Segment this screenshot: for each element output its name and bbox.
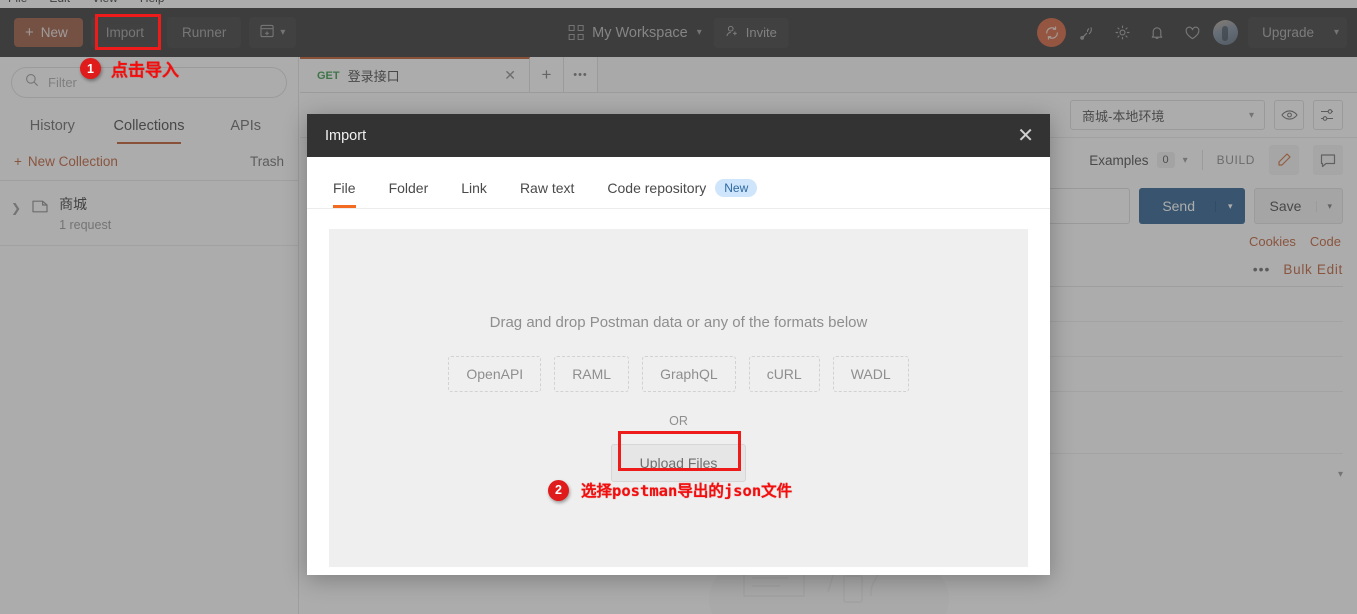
tab-code-repository-label: Code repository xyxy=(607,180,707,196)
format-openapi[interactable]: OpenAPI xyxy=(448,356,542,392)
format-wadl[interactable]: WADL xyxy=(832,356,909,392)
tab-file[interactable]: File xyxy=(333,180,356,208)
annotation-step-2: 2 选择postman导出的json文件 xyxy=(548,479,792,501)
modal-header: Import ✕ xyxy=(307,114,1050,157)
annotation-badge-1: 1 xyxy=(80,58,101,79)
dropzone-title: Drag and drop Postman data or any of the… xyxy=(489,314,868,331)
import-modal: Import ✕ File Folder Link Raw text Code … xyxy=(307,114,1050,575)
or-label: OR xyxy=(669,414,688,428)
tab-link[interactable]: Link xyxy=(461,180,487,207)
annotation-text-2: 选择postman导出的json文件 xyxy=(581,482,793,500)
tab-folder[interactable]: Folder xyxy=(389,180,429,207)
format-list: OpenAPI RAML GraphQL cURL WADL xyxy=(448,356,909,392)
close-icon[interactable]: ✕ xyxy=(1017,126,1034,146)
format-raml[interactable]: RAML xyxy=(554,356,630,392)
format-curl[interactable]: cURL xyxy=(748,356,820,392)
dropzone[interactable]: Drag and drop Postman data or any of the… xyxy=(329,229,1028,567)
highlight-import-button xyxy=(95,14,161,50)
tab-raw-text[interactable]: Raw text xyxy=(520,180,574,207)
annotation-text-1: 点击导入 xyxy=(111,61,179,81)
format-graphql[interactable]: GraphQL xyxy=(642,356,736,392)
new-badge: New xyxy=(715,179,758,197)
annotation-step-1: 1 点击导入 xyxy=(80,56,179,81)
annotation-badge-2: 2 xyxy=(548,479,569,501)
tab-code-repository[interactable]: Code repository New xyxy=(607,179,758,208)
postman-app-window: File Edit View Help + New Import Runner xyxy=(0,0,1357,614)
highlight-upload-button xyxy=(618,431,741,471)
modal-tabs: File Folder Link Raw text Code repositor… xyxy=(307,157,1050,209)
modal-title: Import xyxy=(325,127,367,144)
